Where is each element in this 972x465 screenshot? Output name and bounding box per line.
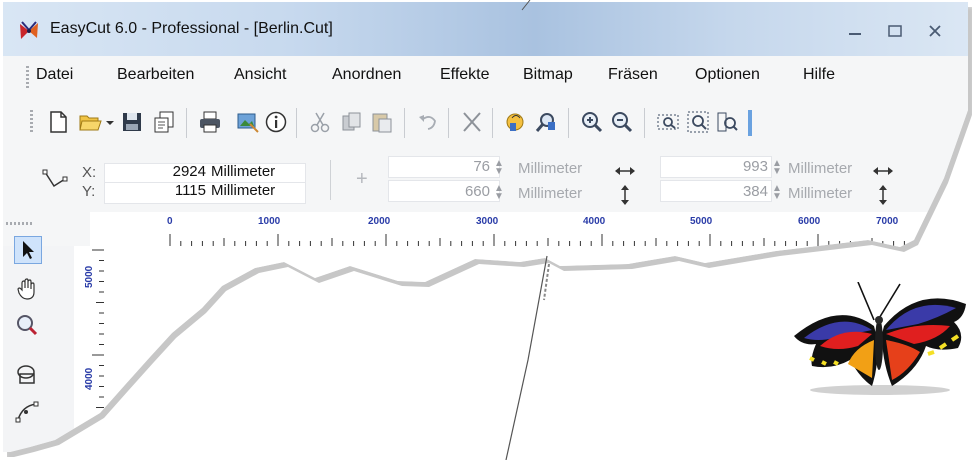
butterfly-logo: [794, 282, 966, 395]
